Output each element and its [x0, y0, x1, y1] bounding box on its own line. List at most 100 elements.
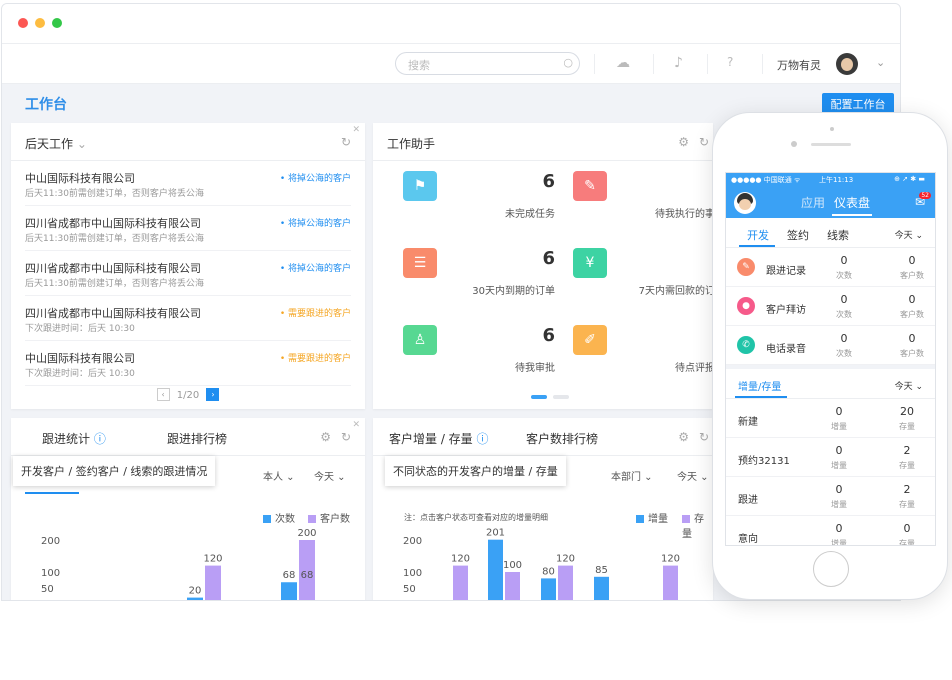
bar[interactable]: [187, 597, 203, 601]
followup-title[interactable]: 后天工作 ⌄: [25, 135, 87, 152]
carousel-dot[interactable]: [553, 395, 569, 399]
maximize-dot[interactable]: [52, 18, 62, 28]
tab-underline: [832, 214, 872, 216]
company-name: 中山国际科技有限公司: [25, 172, 135, 185]
bar[interactable]: [453, 565, 468, 601]
metric-label: 跟进记录: [766, 266, 806, 277]
bar-label: 120: [556, 554, 575, 565]
status-unit: 存量: [899, 461, 915, 470]
phone-status-row[interactable]: 新建 0 增量 20 存量: [726, 399, 935, 438]
close-dot[interactable]: [18, 18, 28, 28]
phone-metric-row[interactable]: ● 客户拜访 0 次数 0 客户数: [726, 287, 935, 326]
phone-metric-row[interactable]: ✆ 电话录音 0 次数 0 客户数: [726, 326, 935, 365]
subtab-sign[interactable]: 签约: [787, 227, 809, 243]
tab-followup-stats[interactable]: 跟进统计 ⓘ: [42, 430, 106, 447]
tab-app[interactable]: 应用: [801, 194, 825, 211]
refresh-icon[interactable]: ↻: [699, 135, 709, 149]
list-item[interactable]: 中山国际科技有限公司 后天11:30前需创建订单，否则客户将丢公海 • 将掉公海…: [25, 161, 351, 206]
close-icon[interactable]: ✕: [352, 125, 360, 135]
bar[interactable]: [281, 582, 297, 601]
bar-label: 120: [661, 554, 680, 565]
assistant-card: 工作助手 ⚙ ↻ ⚑ 6 未完成任务✎ 6 待我执行的事件☰ 6 30天内到期的…: [373, 123, 725, 409]
phone-period-filter[interactable]: 今天 ⌄: [895, 228, 923, 241]
gear-icon[interactable]: ⚙: [320, 430, 331, 444]
phone-section-header: 增量/存量 今天 ⌄: [726, 369, 935, 399]
gear-icon[interactable]: ⚙: [678, 135, 689, 149]
avatar[interactable]: [734, 192, 756, 214]
bell-icon[interactable]: ♪: [674, 55, 683, 71]
customers-card: 客户增量 / 存量 ⓘ 客户数排行榜 ⚙ ↻ 本部门 ⌄ 今天 ⌄ 注：点击客户…: [373, 418, 713, 601]
status-unit: 存量: [899, 422, 915, 431]
section-period-filter[interactable]: 今天 ⌄: [895, 379, 923, 392]
owner-filter[interactable]: 本人 ⌄: [263, 468, 295, 483]
metric-unit: 次数: [836, 271, 852, 280]
section-title[interactable]: 增量/存量: [738, 378, 781, 393]
list-item[interactable]: 中山国际科技有限公司 下次跟进时间：后天 10:30 • 需要跟进的客户: [25, 341, 351, 386]
y-tick-label: 200: [41, 536, 60, 547]
period-filter[interactable]: 今天 ⌄: [314, 468, 346, 483]
bar[interactable]: [299, 582, 315, 601]
report-icon: ✐: [573, 325, 607, 355]
bar[interactable]: [505, 572, 520, 601]
metric-unit: 次数: [836, 310, 852, 319]
chevron-down-icon[interactable]: ⌄: [876, 56, 885, 69]
cloud-upload-icon[interactable]: ☁: [616, 55, 630, 71]
location-icon: ●: [737, 297, 755, 315]
search-input[interactable]: 搜索 ○: [395, 52, 580, 75]
status-unit: 增量: [831, 539, 847, 546]
minimize-dot[interactable]: [35, 18, 45, 28]
phone-status-row[interactable]: 跟进 0 增量 2 存量: [726, 477, 935, 516]
period-filter[interactable]: 今天 ⌄: [677, 468, 709, 483]
subtab-develop[interactable]: 开发: [747, 227, 769, 243]
next-page-button[interactable]: ›: [206, 388, 220, 401]
bar[interactable]: [663, 565, 678, 601]
username[interactable]: 万物有灵: [777, 57, 821, 73]
status-value: 0: [835, 483, 843, 496]
home-button[interactable]: [813, 551, 849, 587]
followup-desc: 后天11:30前需创建订单，否则客户将丢公海: [25, 234, 204, 244]
assistant-tile[interactable]: ☰ 6 30天内到期的订单: [403, 238, 573, 308]
metric-value: 0: [908, 332, 916, 345]
legend-customers: 客户数: [308, 510, 350, 525]
y-tick-label: 100: [41, 568, 60, 579]
tab-followup-rank[interactable]: 跟进排行榜: [167, 430, 227, 447]
phone-status-row[interactable]: 意向 0 增量 0 存量: [726, 516, 935, 546]
department-filter[interactable]: 本部门 ⌄: [611, 468, 653, 483]
list-item[interactable]: 四川省成都市中山国际科技有限公司 下次跟进时间：后天 10:30 • 需要跟进的…: [25, 296, 351, 341]
assistant-tile[interactable]: ♙ 6 待我审批: [403, 315, 573, 385]
metric-value: 0: [840, 332, 848, 345]
subtab-underline: [739, 245, 775, 247]
tab-customer-increment[interactable]: 客户增量 / 存量 ⓘ: [389, 430, 489, 447]
bar[interactable]: [488, 539, 503, 601]
metric-value: 0: [908, 293, 916, 306]
tab-customer-rank[interactable]: 客户数排行榜: [526, 430, 598, 447]
phone-metric-row[interactable]: ✎ 跟进记录 0 次数 0 客户数: [726, 248, 935, 287]
status-label: 意向: [738, 534, 758, 545]
help-icon[interactable]: ?: [727, 55, 733, 69]
prev-page-button[interactable]: ‹: [156, 388, 170, 401]
active-underline: [25, 492, 79, 494]
assistant-tile[interactable]: ⚑ 6 未完成任务: [403, 161, 573, 231]
list-item[interactable]: 四川省成都市中山国际科技有限公司 后天11:30前需创建订单，否则客户将丢公海 …: [25, 206, 351, 251]
search-placeholder: 搜索: [408, 59, 430, 72]
carousel-dot-active[interactable]: [531, 395, 547, 399]
list-item[interactable]: 四川省成都市中山国际科技有限公司 后天11:30前需创建订单，否则客户将丢公海 …: [25, 251, 351, 296]
bar[interactable]: [205, 565, 221, 601]
bar-label: 80: [542, 566, 555, 577]
status-badge: • 将掉公海的客户: [279, 219, 351, 229]
avatar[interactable]: [836, 53, 858, 75]
refresh-icon[interactable]: ↻: [341, 135, 351, 149]
status-unit: 增量: [831, 500, 847, 509]
bar[interactable]: [558, 565, 573, 601]
refresh-icon[interactable]: ↻: [699, 430, 709, 444]
status-badge: • 将掉公海的客户: [279, 174, 351, 184]
bar[interactable]: [541, 578, 556, 601]
refresh-icon[interactable]: ↻: [341, 430, 351, 444]
close-icon[interactable]: ✕: [352, 420, 360, 430]
tab-dashboard[interactable]: 仪表盘: [834, 194, 870, 211]
bar[interactable]: [594, 576, 609, 601]
gear-icon[interactable]: ⚙: [678, 430, 689, 444]
subtab-leads[interactable]: 线索: [827, 227, 849, 243]
phone-status-row[interactable]: 预约32131 0 增量 2 存量: [726, 438, 935, 477]
help-icon: ⓘ: [93, 432, 106, 446]
